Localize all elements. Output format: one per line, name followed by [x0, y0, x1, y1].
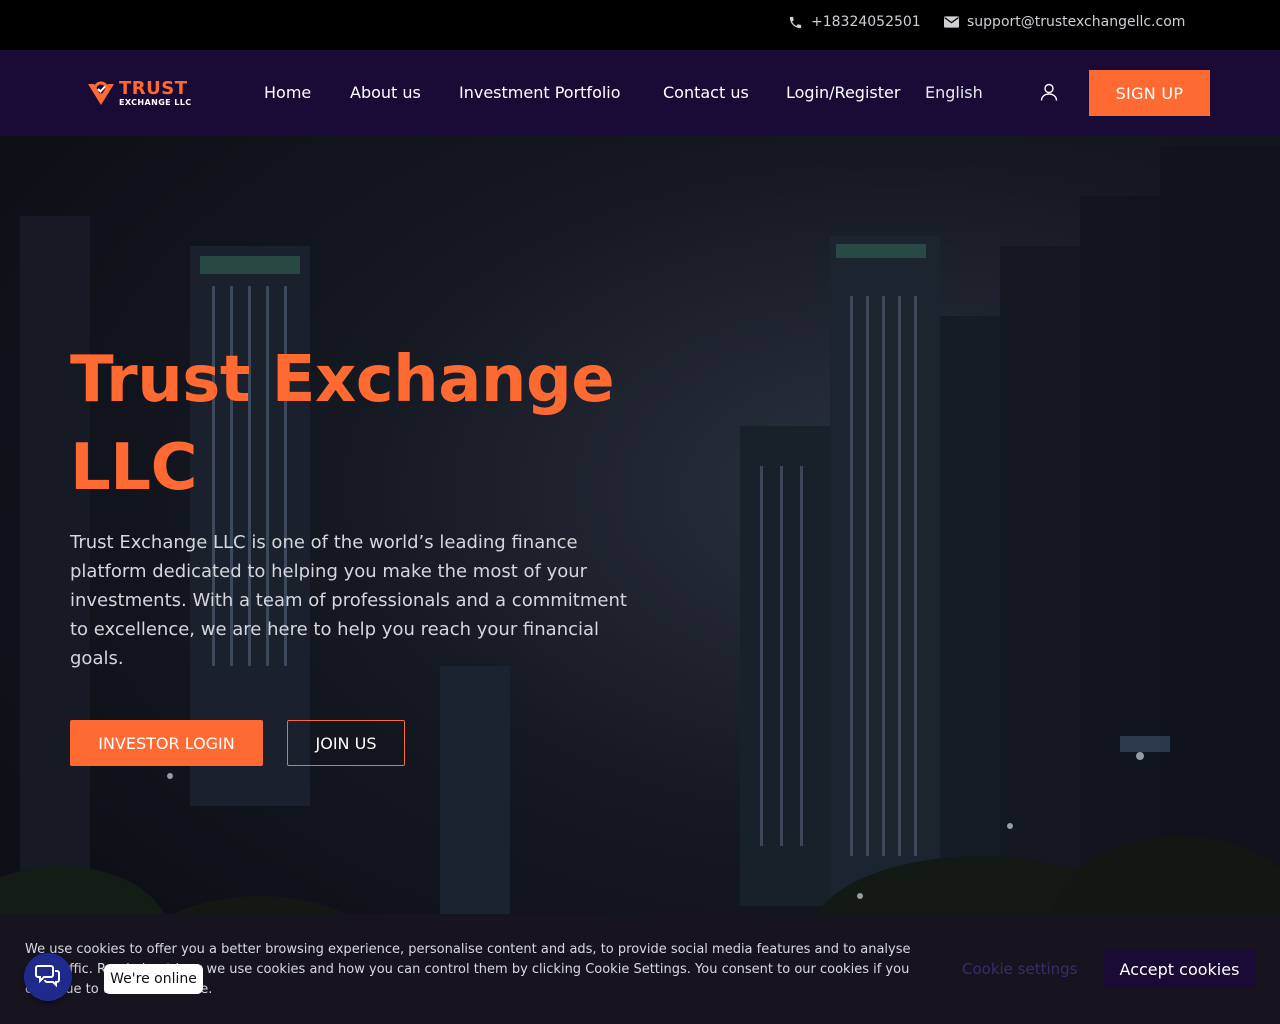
investor-login-button[interactable]: INVESTOR LOGIN: [70, 720, 263, 766]
nav-link-login-register[interactable]: Login/Register: [786, 83, 900, 102]
signup-button[interactable]: SIGN UP: [1089, 70, 1210, 116]
brand-logo[interactable]: TRUST EXCHANGE LLC: [86, 77, 202, 109]
logo-text-secondary: EXCHANGE LLC: [119, 97, 192, 107]
phone-number[interactable]: +18324052501: [811, 14, 921, 30]
hero-description: Trust Exchange LLC is one of the world’s…: [70, 532, 627, 669]
hero-section: Trust Exchange LLC Trust Exchange LLC is…: [0, 136, 1280, 1024]
language-selector[interactable]: English: [925, 83, 983, 102]
email-contact[interactable]: support@trustexchangellc.com: [944, 14, 1185, 30]
nav-link-investment-portfolio[interactable]: Investment Portfolio: [459, 83, 621, 102]
chat-launcher-button[interactable]: [24, 953, 72, 1001]
phone-icon: [788, 15, 803, 30]
user-icon[interactable]: [1039, 82, 1059, 102]
hero-title: Trust Exchange LLC: [70, 343, 615, 505]
nav-link-about[interactable]: About us: [350, 83, 421, 102]
join-us-button[interactable]: JOIN US: [287, 720, 405, 766]
nav-link-contact[interactable]: Contact us: [663, 83, 749, 102]
logo-text-primary: TRUST: [119, 77, 188, 99]
email-address[interactable]: support@trustexchangellc.com: [967, 14, 1185, 30]
nav-link-home[interactable]: Home: [264, 83, 311, 102]
cookie-settings-link[interactable]: Cookie settings: [962, 960, 1078, 978]
accept-cookies-button[interactable]: Accept cookies: [1104, 950, 1255, 988]
chat-icon: [35, 963, 61, 991]
phone-contact[interactable]: +18324052501: [788, 14, 921, 30]
logo-mark-icon: [88, 81, 114, 105]
chat-status-bubble[interactable]: We're online: [104, 964, 203, 994]
top-contact-bar: +18324052501 support@trustexchangellc.co…: [0, 0, 1280, 51]
envelope-icon: [944, 16, 959, 28]
